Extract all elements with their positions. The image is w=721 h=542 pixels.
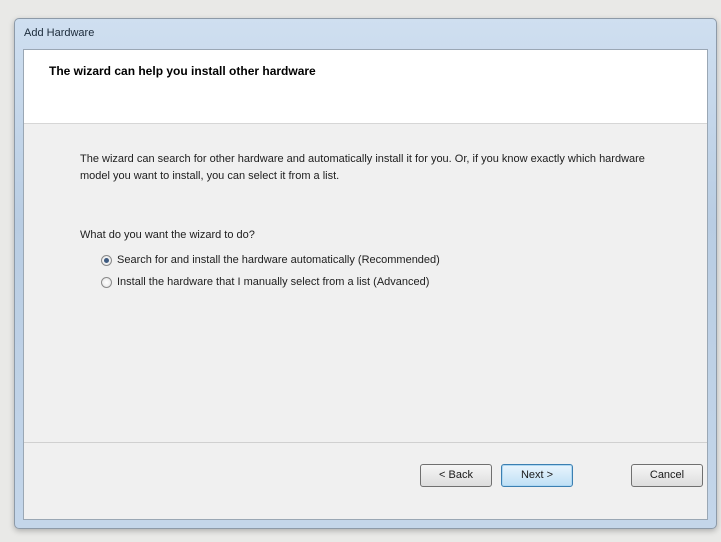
radio-label-search-automatically: Search for and install the hardware auto…: [117, 254, 440, 266]
add-hardware-window: Add Hardware The wizard can help you ins…: [14, 18, 717, 529]
back-button[interactable]: < Back: [420, 464, 492, 487]
window-title: Add Hardware: [24, 27, 95, 39]
wizard-client-area: The wizard can help you install other ha…: [23, 49, 708, 520]
radio-label-manual-select: Install the hardware that I manually sel…: [117, 276, 430, 288]
wizard-footer: < Back Next > Cancel: [24, 442, 707, 519]
cancel-button[interactable]: Cancel: [631, 464, 703, 487]
radio-button-selected-icon[interactable]: [101, 254, 112, 266]
radio-search-automatically[interactable]: Search for and install the hardware auto…: [101, 252, 440, 268]
wizard-heading: The wizard can help you install other ha…: [49, 64, 316, 78]
title-bar[interactable]: Add Hardware: [15, 19, 716, 47]
wizard-description: The wizard can search for other hardware…: [80, 153, 645, 182]
radio-button-unselected-icon[interactable]: [101, 276, 112, 288]
next-button[interactable]: Next >: [501, 464, 573, 487]
wizard-body: The wizard can search for other hardware…: [24, 124, 707, 444]
wizard-question: What do you want the wizard to do?: [80, 229, 255, 241]
radio-manual-select[interactable]: Install the hardware that I manually sel…: [101, 274, 429, 290]
wizard-header: The wizard can help you install other ha…: [24, 50, 707, 124]
